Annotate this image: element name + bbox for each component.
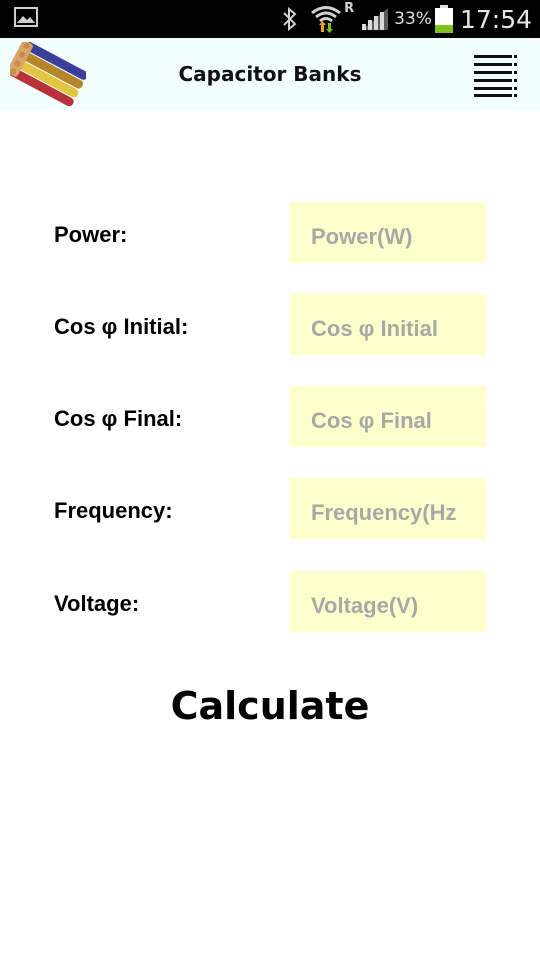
power-label: Power: (54, 222, 128, 247)
clock: 17:54 (459, 4, 532, 34)
voltage-input[interactable] (290, 571, 486, 632)
app-title: Capacitor Banks (178, 62, 362, 86)
app-bar: Capacitor Banks (0, 38, 540, 110)
menu-icon[interactable] (472, 53, 518, 99)
form-row-frequency: Frequency: (0, 478, 540, 539)
cos-initial-input[interactable] (290, 294, 486, 355)
cos-final-input[interactable] (290, 386, 486, 447)
status-bar: R 33% 17:54 (0, 0, 540, 38)
form-row-cos-initial: Cos φ Initial: (0, 294, 540, 355)
power-input[interactable] (290, 202, 486, 263)
bluetooth-icon (282, 6, 298, 32)
cos-initial-label: Cos φ Initial: (54, 314, 189, 339)
form-row-cos-final: Cos φ Final: (0, 386, 540, 447)
cos-final-label: Cos φ Final: (54, 406, 183, 431)
frequency-input[interactable] (290, 478, 486, 539)
calculate-button[interactable]: Calculate (120, 670, 420, 742)
form-row-voltage: Voltage: (0, 571, 540, 632)
wifi-icon (310, 4, 342, 34)
signal-icon (360, 6, 390, 32)
battery-icon (434, 4, 454, 34)
roaming-icon: R (344, 1, 355, 16)
frequency-label: Frequency: (54, 498, 173, 523)
gallery-notification-icon (14, 7, 38, 27)
battery-percent: 33% (394, 9, 432, 29)
form-row-power: Power: (0, 202, 540, 263)
voltage-label: Voltage: (54, 591, 140, 616)
